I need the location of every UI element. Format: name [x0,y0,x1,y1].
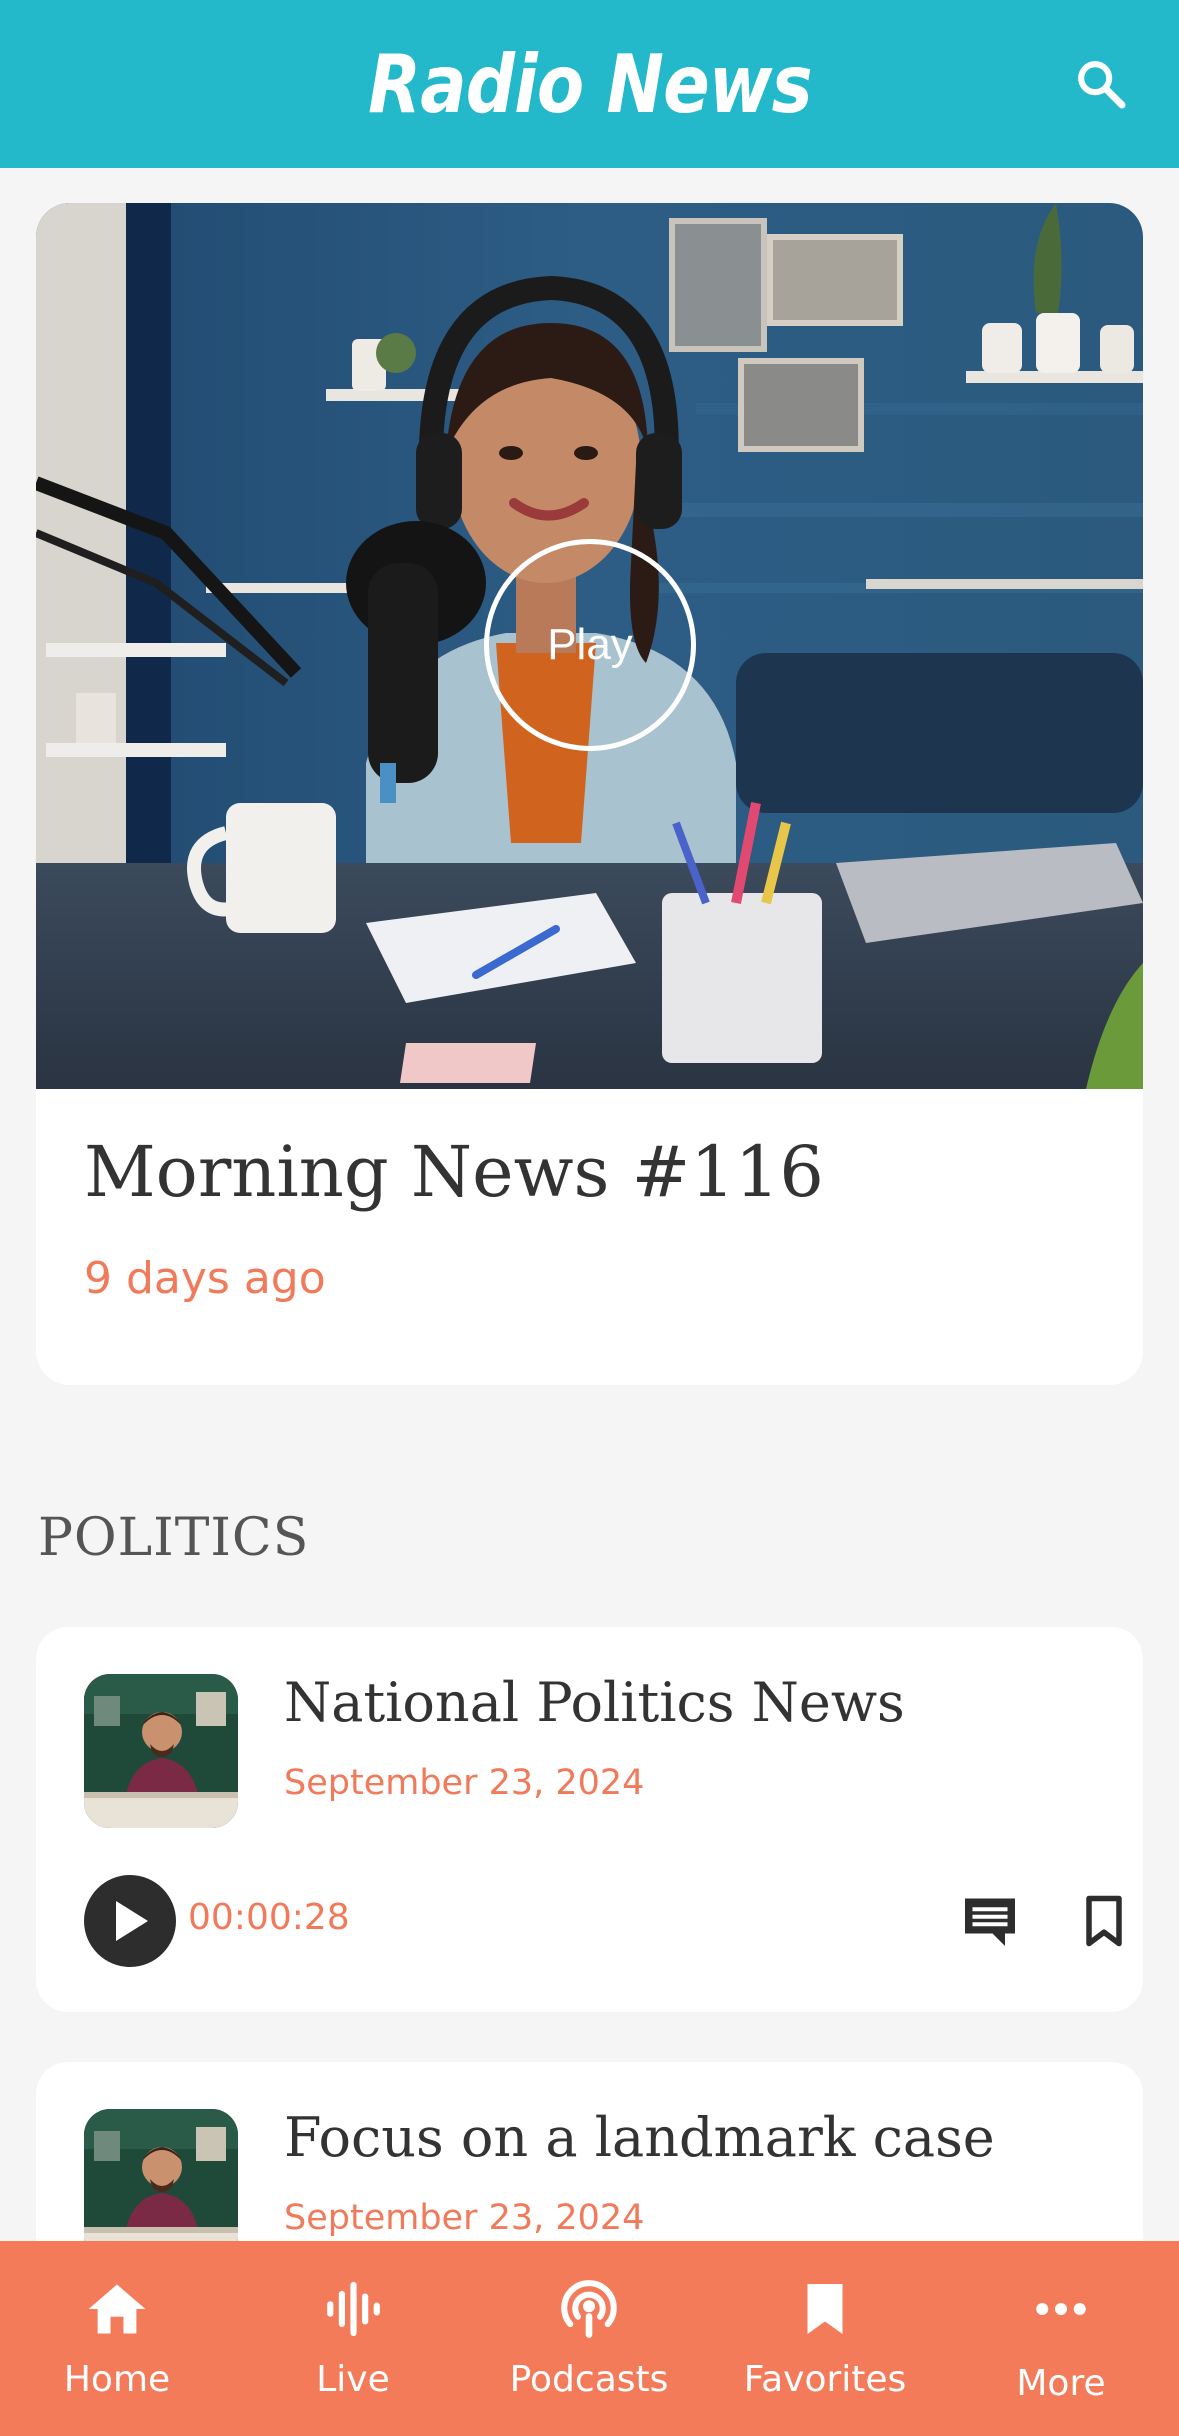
nav-item-home[interactable]: Home [17,2241,217,2436]
bookmark-button[interactable] [1074,1891,1134,1951]
nav-item-live[interactable]: Live [253,2241,453,2436]
podcast-icon [561,2280,617,2338]
news-item-duration: 00:00:28 [188,1897,350,1938]
nav-label-live: Live [316,2359,390,2400]
news-item-title: National Politics News [284,1671,905,1734]
nav-item-podcasts[interactable]: Podcasts [489,2241,689,2436]
featured-episode-image: Play [36,203,1143,1089]
waveform-icon [327,2281,380,2337]
bookmark-outline-icon [1086,1895,1122,1947]
featured-episode-time: 9 days ago [84,1253,326,1304]
nav-label-more: More [1016,2363,1106,2404]
section-title-politics: POLITICS [38,1508,310,1568]
nav-item-more[interactable]: More [961,2241,1161,2436]
news-item-thumbnail [84,2109,238,2263]
comment-icon [965,1898,1015,1946]
play-icon [116,1901,148,1941]
featured-episode-card[interactable]: Play Morning News #116 9 days ago [36,203,1143,1385]
news-item-card[interactable]: National Politics News September 23, 202… [36,1627,1143,2012]
nav-label-podcasts: Podcasts [509,2359,669,2400]
search-icon [1078,61,1126,109]
news-item-thumbnail [84,1674,238,1828]
more-dots-icon [1036,2303,1086,2315]
featured-play-label: Play [547,620,633,669]
news-item-play-button[interactable] [84,1875,176,1967]
news-item-date: September 23, 2024 [284,2198,645,2238]
news-item-date: September 23, 2024 [284,1763,645,1803]
bottom-navigation: Home Live Podcasts Favorites More [0,2241,1179,2436]
app-header: Radio News [0,0,1179,168]
news-item-title: Focus on a landmark case [284,2106,995,2169]
nav-label-home: Home [63,2359,171,2400]
comment-button[interactable] [960,1891,1020,1951]
home-icon [88,2284,146,2334]
app-screen: Radio News Play Morning News #116 9 days… [0,0,1179,2436]
featured-play-button[interactable]: Play [484,539,696,751]
nav-item-favorites[interactable]: Favorites [725,2241,925,2436]
search-button[interactable] [1067,50,1135,118]
bookmark-icon [807,2284,843,2334]
news-item-player: 00:00:28 [84,1875,1122,1967]
nav-label-favorites: Favorites [743,2359,907,2400]
featured-episode-title: Morning News #116 [84,1131,824,1213]
app-title: Radio News [367,37,812,131]
